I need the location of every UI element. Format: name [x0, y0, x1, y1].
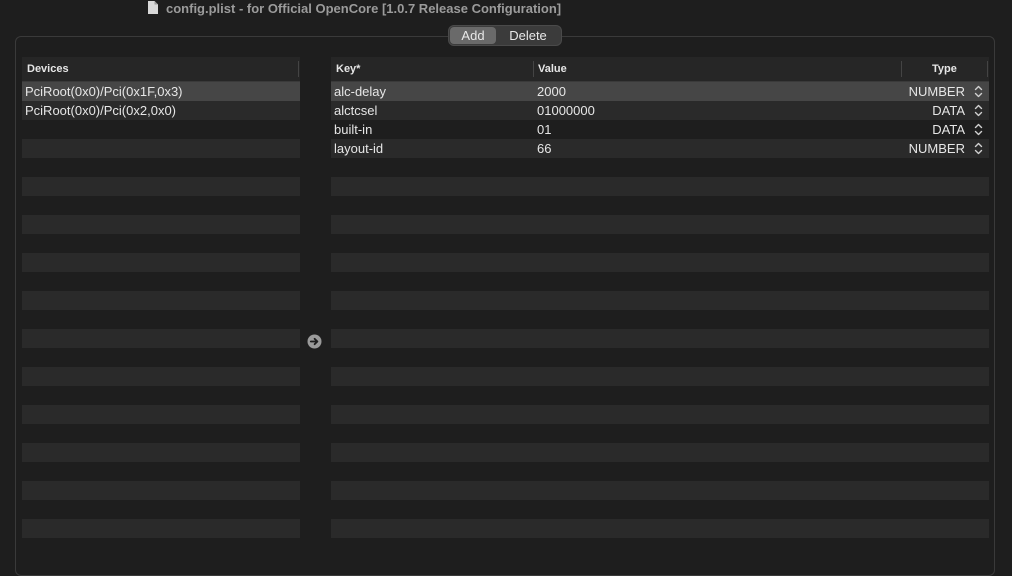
- window-title: config.plist - for Official OpenCore [1.…: [166, 1, 562, 16]
- property-key[interactable]: built-in: [334, 120, 372, 139]
- key-column-header[interactable]: Key*: [336, 57, 360, 81]
- up-down-chevron-icon[interactable]: [974, 123, 983, 136]
- devices-column-header[interactable]: Devices: [27, 57, 69, 81]
- empty-row: [331, 500, 989, 519]
- empty-row: [331, 177, 989, 196]
- empty-row: [331, 348, 989, 367]
- arrow-right-circle-icon[interactable]: [307, 334, 322, 349]
- properties-table-header: Key* Value Type: [331, 57, 989, 82]
- property-row[interactable]: alctcsel 01000000 DATA: [331, 101, 989, 120]
- document-icon: [148, 1, 158, 14]
- empty-row: [331, 443, 989, 462]
- up-down-chevron-icon[interactable]: [974, 142, 983, 155]
- empty-row: [22, 367, 300, 386]
- value-column-header[interactable]: Value: [538, 57, 567, 81]
- empty-row: [331, 519, 989, 538]
- empty-row: [331, 291, 989, 310]
- empty-row: [22, 329, 300, 348]
- empty-row: [22, 139, 300, 158]
- empty-row: [22, 348, 300, 367]
- empty-row: [22, 481, 300, 500]
- empty-row: [22, 538, 300, 557]
- empty-row: [22, 443, 300, 462]
- empty-row: [22, 519, 300, 538]
- device-row[interactable]: PciRoot(0x0)/Pci(0x2,0x0): [22, 101, 300, 120]
- empty-row: [331, 386, 989, 405]
- property-type-select[interactable]: DATA: [932, 101, 965, 120]
- empty-row: [22, 310, 300, 329]
- empty-row: [331, 481, 989, 500]
- property-key[interactable]: alctcsel: [334, 101, 377, 120]
- empty-row: [331, 310, 989, 329]
- empty-row: [22, 424, 300, 443]
- column-divider: [901, 61, 902, 77]
- column-divider: [987, 61, 988, 77]
- property-row[interactable]: alc-delay 2000 NUMBER: [331, 82, 989, 101]
- property-type-select[interactable]: NUMBER: [909, 82, 965, 101]
- type-column-header[interactable]: Type: [932, 57, 957, 81]
- property-key[interactable]: layout-id: [334, 139, 383, 158]
- delete-button[interactable]: Delete: [498, 27, 558, 44]
- device-row[interactable]: PciRoot(0x0)/Pci(0x1F,0x3): [22, 82, 300, 101]
- empty-row: [331, 234, 989, 253]
- empty-row: [331, 196, 989, 215]
- property-type-select[interactable]: DATA: [932, 120, 965, 139]
- property-row[interactable]: layout-id 66 NUMBER: [331, 139, 989, 158]
- empty-row: [22, 462, 300, 481]
- property-row[interactable]: built-in 01 DATA: [331, 120, 989, 139]
- devices-table-header: Devices: [22, 57, 300, 82]
- column-divider: [533, 61, 534, 77]
- empty-row: [331, 462, 989, 481]
- empty-row: [331, 329, 989, 348]
- devices-table-body: PciRoot(0x0)/Pci(0x1F,0x3) PciRoot(0x0)/P…: [22, 82, 300, 557]
- add-delete-segmented-control: Add Delete: [448, 25, 562, 46]
- empty-row: [331, 272, 989, 291]
- empty-row: [22, 177, 300, 196]
- empty-row: [331, 538, 989, 557]
- empty-row: [22, 386, 300, 405]
- empty-row: [331, 215, 989, 234]
- empty-row: [331, 405, 989, 424]
- up-down-chevron-icon[interactable]: [974, 85, 983, 98]
- property-value[interactable]: 2000: [537, 82, 566, 101]
- add-button[interactable]: Add: [450, 27, 496, 44]
- property-type-select[interactable]: NUMBER: [909, 139, 965, 158]
- empty-row: [22, 500, 300, 519]
- empty-row: [22, 272, 300, 291]
- empty-row: [22, 215, 300, 234]
- devices-table: Devices PciRoot(0x0)/Pci(0x1F,0x3) PciRoo…: [22, 57, 300, 561]
- column-divider: [298, 61, 299, 77]
- property-value[interactable]: 01: [537, 120, 551, 139]
- empty-row: [22, 120, 300, 139]
- empty-row: [22, 158, 300, 177]
- empty-row: [22, 405, 300, 424]
- properties-table-body: alc-delay 2000 NUMBER alctcsel 01000000 DATA b…: [331, 82, 989, 557]
- empty-row: [22, 196, 300, 215]
- device-path-label: PciRoot(0x0)/Pci(0x2,0x0): [25, 103, 176, 118]
- property-value[interactable]: 01000000: [537, 101, 595, 120]
- up-down-chevron-icon[interactable]: [974, 104, 983, 117]
- empty-row: [22, 253, 300, 272]
- empty-row: [331, 158, 989, 177]
- empty-row: [331, 424, 989, 443]
- empty-row: [22, 291, 300, 310]
- window-titlebar: config.plist - for Official OpenCore [1.…: [0, 0, 1012, 18]
- property-key[interactable]: alc-delay: [334, 82, 386, 101]
- empty-row: [22, 234, 300, 253]
- empty-row: [331, 367, 989, 386]
- device-path-label: PciRoot(0x0)/Pci(0x1F,0x3): [25, 84, 183, 99]
- empty-row: [331, 253, 989, 272]
- property-value[interactable]: 66: [537, 139, 551, 158]
- properties-table: Key* Value Type alc-delay 2000 NUMBER alctc…: [331, 57, 989, 561]
